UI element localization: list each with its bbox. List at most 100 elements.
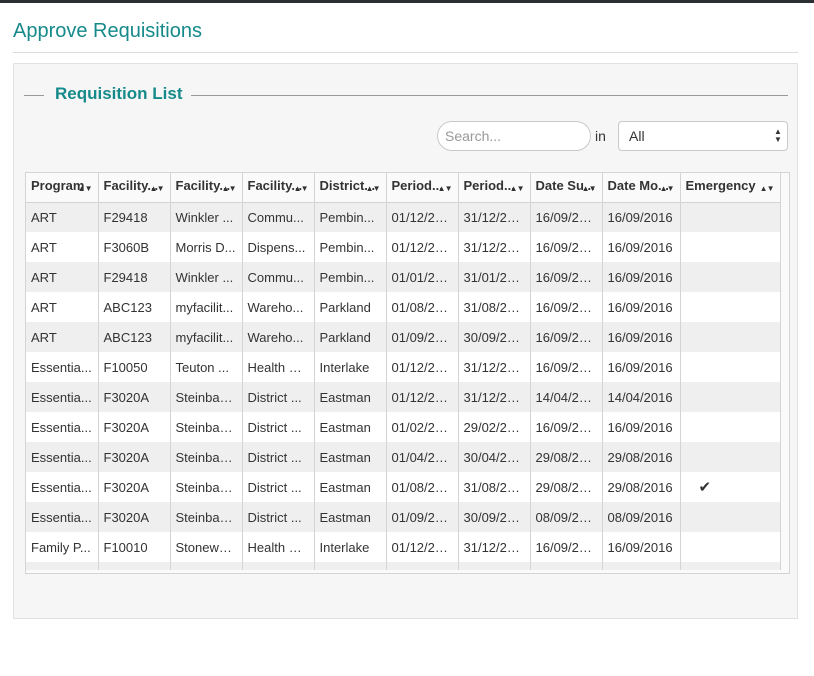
table-cell: Stonewa... <box>170 532 243 562</box>
sort-arrows-icon[interactable]: ▲▼ <box>294 184 309 193</box>
column-header-1[interactable]: Facility... ▲▼ <box>98 173 171 203</box>
table-cell: Eastman <box>314 442 387 472</box>
sort-arrows-icon[interactable]: ▲▼ <box>760 184 775 193</box>
table-cell: 30/09/20... <box>458 502 531 532</box>
filler-cell <box>98 562 171 570</box>
table-cell: 29/02/20... <box>458 412 531 442</box>
table-cell: Parkland <box>314 292 387 322</box>
filler-cell <box>170 562 243 570</box>
emergency-cell: ✔ <box>680 472 781 502</box>
emergency-cell <box>680 442 781 472</box>
table-cell: ART <box>26 322 99 352</box>
table-cell: Steinbac... <box>170 382 243 412</box>
table-cell: F3020A <box>98 442 171 472</box>
table-cell: Teuton ... <box>170 352 243 382</box>
table-cell: 01/08/20... <box>386 472 459 502</box>
table-row[interactable]: ART ABC123 myfacilit... Wareho... Parkland 01… <box>26 292 781 322</box>
filler-cell <box>602 562 681 570</box>
table-cell: myfacilit... <box>170 292 243 322</box>
table-cell: Health C... <box>242 532 315 562</box>
table-cell: Essentia... <box>26 382 99 412</box>
table-cell: 01/01/20... <box>386 262 459 292</box>
table-row[interactable]: ART F29418 Winkler ... Commu... Pembin... 01/… <box>26 262 781 292</box>
table-cell: Interlake <box>314 352 387 382</box>
filler-cell <box>458 562 531 570</box>
search-input[interactable] <box>437 121 591 151</box>
table-row[interactable]: Essentia... F3020A Steinbac... District ...… <box>26 472 781 502</box>
table-row[interactable]: Essentia... F3020A Steinbac... District ...… <box>26 412 781 442</box>
column-header-0[interactable]: Program ▲▼ <box>26 173 99 203</box>
sort-arrows-icon[interactable]: ▲▼ <box>510 184 525 193</box>
table-cell: 01/12/20... <box>386 532 459 562</box>
table-cell: District ... <box>242 442 315 472</box>
sort-arrows-icon[interactable]: ▲▼ <box>366 184 381 193</box>
table-cell: F3020A <box>98 472 171 502</box>
table-cell: Pembin... <box>314 262 387 292</box>
column-header-2[interactable]: Facility... ▲▼ <box>170 173 243 203</box>
table-row[interactable]: Family P... F10010 Stonewa... Health C... In… <box>26 532 781 562</box>
table-cell: 01/12/20... <box>386 202 459 232</box>
column-header-3[interactable]: Facility... ▲▼ <box>242 173 315 203</box>
table-cell: Eastman <box>314 502 387 532</box>
sort-arrows-icon[interactable]: ▲▼ <box>438 184 453 193</box>
column-header-5[interactable]: Period... ▲▼ <box>386 173 459 203</box>
column-header-4[interactable]: District... ▲▼ <box>314 173 387 203</box>
table-cell: F3020A <box>98 412 171 442</box>
search-scope-select[interactable]: All ▲ ▼ <box>618 121 788 151</box>
table-cell: 16/09/2016 <box>602 532 681 562</box>
sort-arrows-icon[interactable]: ▲▼ <box>78 184 93 193</box>
table-row[interactable]: Essentia... F3020A Steinbac... District ...… <box>26 502 781 532</box>
table-row[interactable]: Essentia... F3020A Steinbac... District ...… <box>26 382 781 412</box>
table-cell: 29/08/2016 <box>602 442 681 472</box>
table-cell: 16/09/20... <box>530 532 603 562</box>
table-cell: 01/09/20... <box>386 502 459 532</box>
table-cell: 16/09/2016 <box>602 202 681 232</box>
table-cell: F3020A <box>98 502 171 532</box>
page-title: Approve Requisitions <box>13 20 202 42</box>
table-row[interactable]: ART F29418 Winkler ... Commu... Pembin... 01/… <box>26 202 781 232</box>
table-cell: Parkland <box>314 322 387 352</box>
emergency-cell <box>680 202 781 232</box>
table-cell: 29/08/2016 <box>602 472 681 502</box>
column-header-label: Program <box>31 178 85 194</box>
table-cell: 16/09/2016 <box>602 232 681 262</box>
sort-arrows-icon[interactable]: ▲▼ <box>582 184 597 193</box>
table-cell: District ... <box>242 412 315 442</box>
table-cell: Winkler ... <box>170 202 243 232</box>
column-header-9[interactable]: Emergency ▲▼ <box>680 173 781 203</box>
sort-arrows-icon[interactable]: ▲▼ <box>660 184 675 193</box>
emergency-cell <box>680 232 781 262</box>
table-cell: Eastman <box>314 472 387 502</box>
table-row[interactable]: ART ABC123 myfacilit... Wareho... Parkland 01… <box>26 322 781 352</box>
table-cell: 31/12/20... <box>458 352 531 382</box>
table-cell: 08/09/2016 <box>602 502 681 532</box>
table-cell: F3060B <box>98 232 171 262</box>
table-row[interactable]: Essentia... F3020A Steinbac... District ...… <box>26 442 781 472</box>
table-cell: 16/09/2016 <box>602 322 681 352</box>
table-cell: ART <box>26 202 99 232</box>
table-cell: Essentia... <box>26 352 99 382</box>
column-header-6[interactable]: Period... ▲▼ <box>458 173 531 203</box>
table-cell: myfacilit... <box>170 322 243 352</box>
table-cell: 16/09/2016 <box>602 262 681 292</box>
table-cell: District ... <box>242 472 315 502</box>
table-cell: Eastman <box>314 412 387 442</box>
table-cell: F29418 <box>98 202 171 232</box>
table-cell: 31/12/20... <box>458 202 531 232</box>
table-cell: 30/04/20... <box>458 442 531 472</box>
table-cell: 31/08/20... <box>458 472 531 502</box>
table-cell: Interlake <box>314 532 387 562</box>
table-cell: Essentia... <box>26 412 99 442</box>
table-cell: 08/09/20... <box>530 502 603 532</box>
sort-arrows-icon[interactable]: ▲▼ <box>222 184 237 193</box>
legend-rule-right <box>191 95 788 96</box>
table-cell: 29/08/20... <box>530 472 603 502</box>
table-cell: Commu... <box>242 262 315 292</box>
table-row[interactable]: Essentia... F10050 Teuton ... Health C... In… <box>26 352 781 382</box>
sort-arrows-icon[interactable]: ▲▼ <box>150 184 165 193</box>
column-header-8[interactable]: Date Mo... ▲▼ <box>602 173 681 203</box>
emergency-cell <box>680 352 781 382</box>
table-row[interactable]: ART F3060B Morris D... Dispens... Pembin... 0… <box>26 232 781 262</box>
column-header-7[interactable]: Date Su... ▲▼ <box>530 173 603 203</box>
panel-legend: Requisition List <box>55 84 183 103</box>
